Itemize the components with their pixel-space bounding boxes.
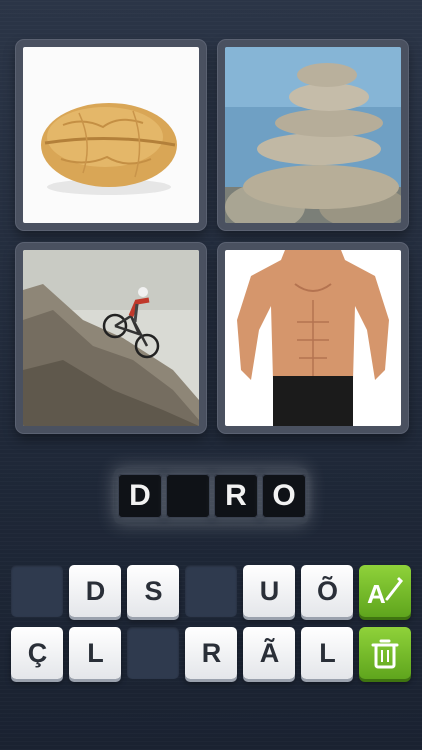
picture-walnut[interactable] bbox=[16, 40, 206, 230]
answer-slot-4[interactable]: O bbox=[262, 474, 306, 518]
answer-slot-1[interactable]: D bbox=[118, 474, 162, 518]
letter-slot-empty bbox=[127, 627, 179, 679]
letter-tile[interactable]: Ç bbox=[11, 627, 63, 679]
letter-tile[interactable]: L bbox=[69, 627, 121, 679]
walnut-image bbox=[23, 47, 199, 223]
letter-tile[interactable]: R bbox=[185, 627, 237, 679]
stones-image bbox=[225, 47, 401, 223]
letter-slot-empty bbox=[11, 565, 63, 617]
picture-stones[interactable] bbox=[218, 40, 408, 230]
answer-slot-2[interactable] bbox=[166, 474, 210, 518]
letter-slot-empty bbox=[185, 565, 237, 617]
letter-tile[interactable]: Õ bbox=[301, 565, 353, 617]
hint-button[interactable]: A bbox=[359, 565, 411, 617]
torso-image bbox=[225, 250, 401, 426]
picture-biker[interactable] bbox=[16, 243, 206, 433]
letter-a-with-wand-icon: A bbox=[367, 577, 403, 609]
remove-letters-button[interactable] bbox=[359, 627, 411, 679]
svg-text:A: A bbox=[367, 579, 386, 609]
letter-tile[interactable]: Ã bbox=[243, 627, 295, 679]
letter-tile[interactable]: L bbox=[301, 627, 353, 679]
picture-torso[interactable] bbox=[218, 243, 408, 433]
letter-tile[interactable]: S bbox=[127, 565, 179, 617]
letter-tile[interactable]: D bbox=[69, 565, 121, 617]
answer-slot-3[interactable]: R bbox=[214, 474, 258, 518]
trash-can-icon bbox=[371, 639, 399, 669]
biker-image bbox=[23, 250, 199, 426]
letter-tile[interactable]: U bbox=[243, 565, 295, 617]
